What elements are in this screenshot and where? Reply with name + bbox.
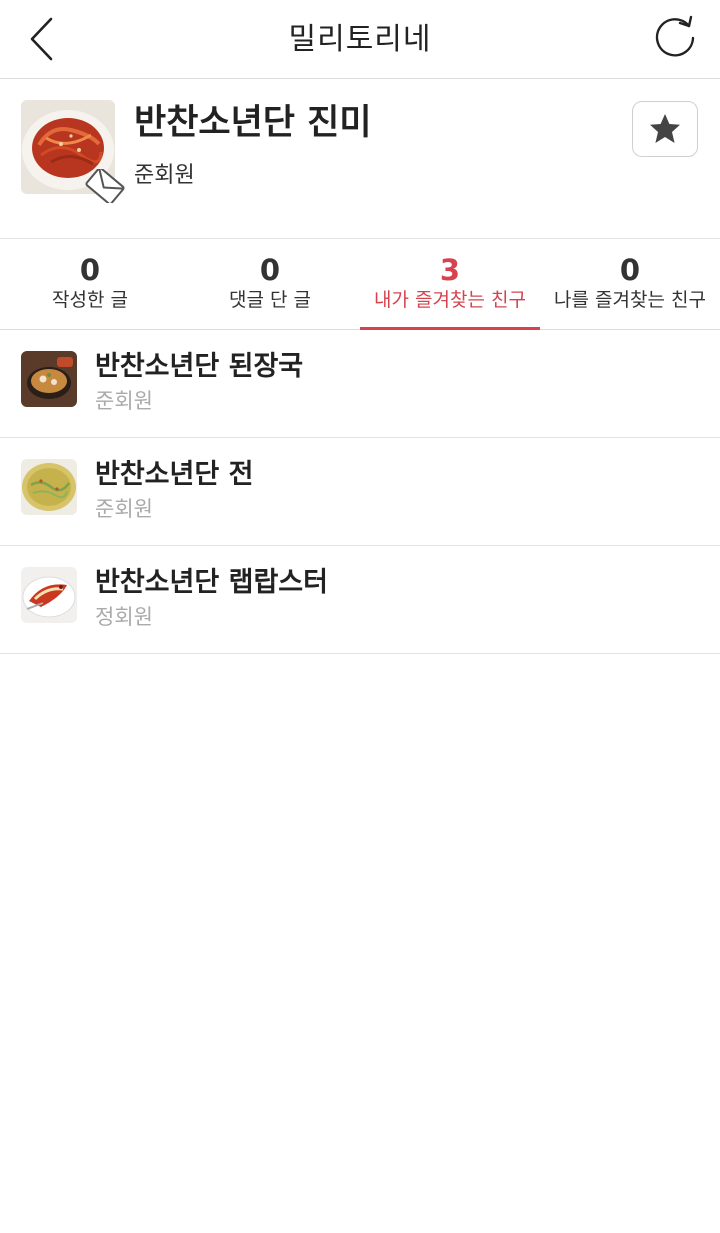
refresh-icon — [655, 15, 695, 57]
friend-grade: 정회원 — [95, 605, 153, 629]
friend-avatar[interactable] — [21, 459, 77, 515]
message-button[interactable] — [83, 167, 127, 205]
profile-name: 반찬소년단 진미 — [134, 103, 372, 143]
tab-count: 0 — [619, 253, 641, 287]
profile-header: 반찬소년단 진미 준회원 — [0, 79, 720, 239]
friend-grade: 준회원 — [95, 389, 153, 413]
refresh-button[interactable] — [650, 13, 700, 63]
tab-count: 3 — [439, 253, 461, 287]
friend-avatar[interactable] — [21, 567, 77, 623]
friend-avatar[interactable] — [21, 351, 77, 407]
friend-name: 반찬소년단 된장국 — [95, 351, 304, 382]
favorite-button[interactable] — [632, 101, 698, 157]
tab-label: 댓글 단 글 — [229, 289, 311, 311]
tab-commented-posts[interactable]: 0 댓글 단 글 — [180, 239, 360, 329]
list-item[interactable]: 반찬소년단 된장국 준회원 — [0, 330, 720, 438]
profile-grade: 준회원 — [134, 163, 195, 188]
tab-label: 내가 즐겨찾는 친구 — [374, 289, 526, 311]
tab-written-posts[interactable]: 0 작성한 글 — [0, 239, 180, 329]
tab-my-favorite-friends[interactable]: 3 내가 즐겨찾는 친구 — [360, 239, 540, 330]
tab-count: 0 — [79, 253, 101, 287]
list-item[interactable]: 반찬소년단 랩랍스터 정회원 — [0, 546, 720, 654]
friend-list: 반찬소년단 된장국 준회원 반찬소년단 전 준회원 반찬소년단 랩랍스터 정회원 — [0, 330, 720, 654]
friend-grade: 준회원 — [95, 497, 153, 521]
envelope-icon — [85, 167, 125, 205]
tab-label: 작성한 글 — [52, 289, 128, 311]
star-icon — [650, 114, 680, 143]
tab-label: 나를 즐겨찾는 친구 — [554, 289, 706, 311]
top-app-bar: 밀리토리네 — [0, 0, 720, 79]
friend-name: 반찬소년단 랩랍스터 — [95, 567, 328, 598]
friend-name: 반찬소년단 전 — [95, 459, 254, 490]
tab-friends-favoriting-me[interactable]: 0 나를 즐겨찾는 친구 — [540, 239, 720, 329]
page-title: 밀리토리네 — [288, 22, 432, 57]
list-item[interactable]: 반찬소년단 전 준회원 — [0, 438, 720, 546]
stats-tab-bar: 0 작성한 글 0 댓글 단 글 3 내가 즐겨찾는 친구 0 나를 즐겨찾는 … — [0, 239, 720, 330]
tab-count: 0 — [259, 253, 281, 287]
